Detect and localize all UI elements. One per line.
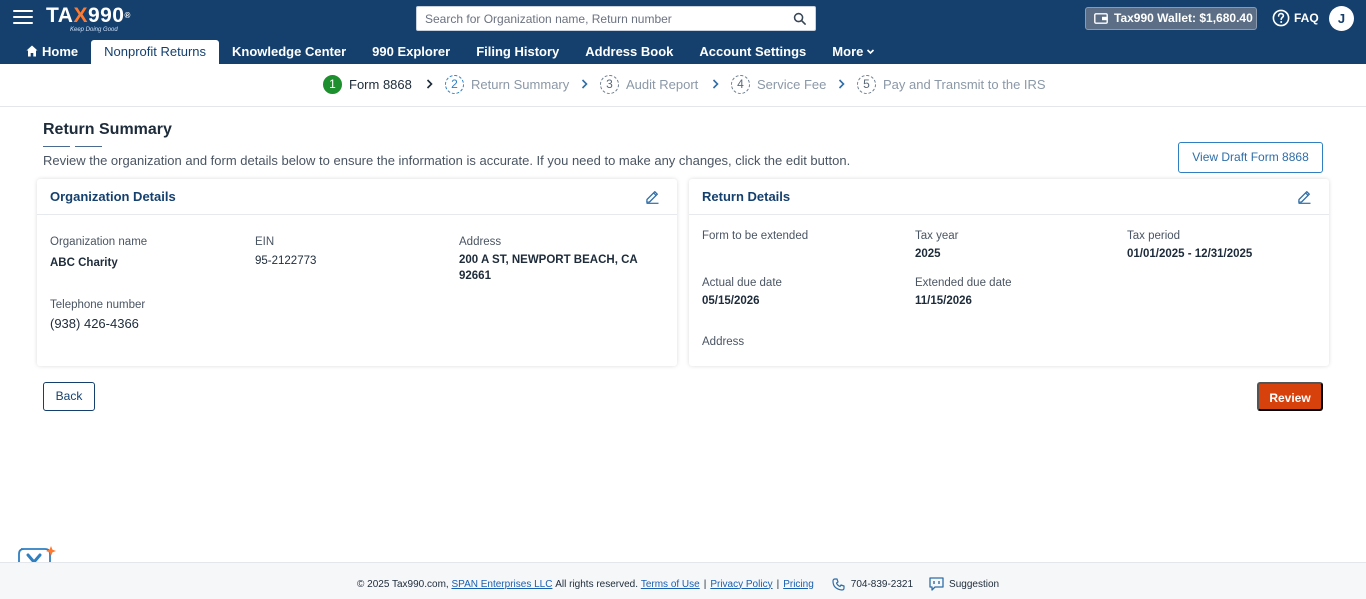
telephone-label: Telephone number bbox=[50, 299, 146, 311]
logo-text: TA bbox=[46, 4, 74, 27]
chevron-right-icon bbox=[581, 79, 588, 89]
nav-more[interactable]: More bbox=[819, 40, 888, 64]
search-input[interactable] bbox=[417, 7, 787, 30]
logo-x: X bbox=[73, 4, 88, 27]
step-label: Pay and Transmit to the IRS bbox=[883, 76, 1046, 92]
terms-of-use-link[interactable]: Terms of Use bbox=[641, 579, 700, 590]
footer-divider: | bbox=[703, 578, 707, 590]
pricing-link[interactable]: Pricing bbox=[783, 579, 814, 590]
main-nav: Home Nonprofit Returns Knowledge Center … bbox=[13, 40, 888, 64]
nav-account-settings[interactable]: Account Settings bbox=[686, 40, 819, 64]
home-icon bbox=[26, 45, 38, 57]
tax-period-value: 01/01/2025 - 12/31/2025 bbox=[1127, 248, 1253, 260]
faq-link[interactable]: FAQ bbox=[1272, 9, 1319, 27]
address-line1: 200 A ST, NEWPORT BEACH, CA bbox=[459, 254, 638, 266]
address-line2: 92661 bbox=[459, 270, 491, 282]
step-audit-report[interactable]: 3 Audit Report bbox=[600, 74, 698, 94]
nav-more-label: More bbox=[832, 44, 864, 59]
title-underline bbox=[43, 146, 103, 148]
step-label: Service Fee bbox=[757, 76, 827, 92]
logo-tagline: Keep Doing Good bbox=[70, 27, 118, 33]
top-header: TAX990® Keep Doing Good Tax990 Wallet: $… bbox=[0, 0, 1366, 64]
tax990-logo[interactable]: TAX990® Keep Doing Good bbox=[46, 4, 131, 33]
tax-year-value: 2025 bbox=[915, 248, 941, 260]
org-name-value: ABC Charity bbox=[50, 257, 118, 269]
tax-period-label: Tax period bbox=[1127, 230, 1181, 242]
return-details-card: Return Details Form to be extended Tax y… bbox=[689, 179, 1329, 366]
back-button[interactable]: Back bbox=[43, 382, 95, 411]
nav-knowledge-center[interactable]: Knowledge Center bbox=[219, 40, 359, 64]
step-number: 1 bbox=[323, 74, 342, 94]
form-extended-label: Form to be extended bbox=[702, 230, 809, 242]
avatar[interactable]: J bbox=[1329, 6, 1354, 31]
step-pay-and-transmit[interactable]: 5 Pay and Transmit to the IRS bbox=[857, 74, 1046, 94]
ein-label: EIN bbox=[255, 236, 275, 248]
support-phone[interactable]: 704-839-2321 bbox=[851, 579, 913, 590]
telephone-value: (938) 426-4366 bbox=[50, 316, 139, 331]
step-number: 5 bbox=[857, 74, 876, 94]
view-draft-form-button[interactable]: View Draft Form 8868 bbox=[1178, 142, 1323, 173]
logo-registered: ® bbox=[124, 11, 131, 20]
card-header: Return Details bbox=[689, 179, 1329, 215]
step-form-8868[interactable]: 1 Form 8868 bbox=[323, 74, 412, 94]
card-header: Organization Details bbox=[37, 179, 677, 215]
progress-stepper: 1 Form 8868 2 Return Summary 3 Audit Rep… bbox=[0, 64, 1366, 107]
footer-content: © 2025 Tax990.com, SPAN Enterprises LLC … bbox=[357, 577, 999, 591]
wallet-icon bbox=[1094, 13, 1108, 24]
footer-divider: | bbox=[776, 578, 780, 590]
page-title: Return Summary bbox=[43, 121, 172, 138]
search-icon[interactable] bbox=[793, 12, 806, 25]
org-name-label: Organization name bbox=[50, 236, 148, 248]
footer: © 2025 Tax990.com, SPAN Enterprises LLC … bbox=[0, 562, 1366, 599]
step-label: Audit Report bbox=[626, 76, 699, 92]
nav-nonprofit-returns[interactable]: Nonprofit Returns bbox=[91, 40, 220, 64]
nav-990-explorer[interactable]: 990 Explorer bbox=[359, 40, 463, 64]
organization-details-card: Organization Details Organization name A… bbox=[37, 179, 677, 366]
step-number: 3 bbox=[600, 74, 619, 94]
extended-due-date-label: Extended due date bbox=[915, 277, 1012, 289]
ein-value: 95-2122773 bbox=[255, 255, 317, 267]
step-label: Form 8868 bbox=[349, 76, 412, 92]
suggestion-link[interactable]: Suggestion bbox=[949, 579, 999, 590]
help-circle-icon bbox=[1272, 9, 1290, 27]
card-title: Organization Details bbox=[50, 189, 176, 204]
step-return-summary[interactable]: 2 Return Summary bbox=[445, 74, 569, 94]
chevron-right-icon bbox=[838, 79, 845, 89]
tax-year-label: Tax year bbox=[915, 230, 959, 242]
company-link[interactable]: SPAN Enterprises LLC bbox=[451, 579, 552, 590]
chevron-right-icon bbox=[712, 79, 719, 89]
menu-icon[interactable] bbox=[13, 10, 33, 26]
step-number: 2 bbox=[445, 74, 464, 94]
page-description: Review the organization and form details… bbox=[43, 153, 851, 168]
footer-rights: All rights reserved. bbox=[555, 578, 639, 590]
actual-due-date-label: Actual due date bbox=[702, 277, 782, 289]
chevron-down-icon bbox=[867, 49, 875, 55]
logo-number: 990 bbox=[87, 4, 125, 27]
search-box bbox=[416, 6, 816, 31]
footer-copyright: © 2025 Tax990.com, bbox=[357, 578, 449, 590]
wallet-balance: Tax990 Wallet: $1,680.40 bbox=[1114, 11, 1253, 25]
step-number: 4 bbox=[731, 74, 750, 94]
edit-pencil-icon[interactable] bbox=[1297, 189, 1312, 204]
actual-due-date-value: 05/15/2026 bbox=[702, 295, 760, 307]
nav-address-book[interactable]: Address Book bbox=[572, 40, 686, 64]
review-button[interactable]: Review bbox=[1257, 382, 1323, 411]
step-service-fee[interactable]: 4 Service Fee bbox=[731, 74, 826, 94]
nav-home[interactable]: Home bbox=[13, 40, 91, 64]
card-title: Return Details bbox=[702, 189, 791, 204]
edit-pencil-icon[interactable] bbox=[645, 189, 660, 204]
nav-home-label: Home bbox=[42, 44, 79, 59]
faq-label: FAQ bbox=[1294, 11, 1319, 25]
extended-due-date-value: 11/15/2026 bbox=[915, 295, 972, 307]
chevron-right-icon bbox=[426, 79, 433, 89]
privacy-policy-link[interactable]: Privacy Policy bbox=[710, 579, 772, 590]
phone-icon bbox=[832, 577, 845, 591]
wallet-button[interactable]: Tax990 Wallet: $1,680.40 bbox=[1085, 7, 1257, 30]
suggestion-icon bbox=[929, 577, 944, 591]
nav-filing-history[interactable]: Filing History bbox=[463, 40, 572, 64]
return-address-label: Address bbox=[702, 336, 745, 348]
step-label: Return Summary bbox=[471, 76, 570, 92]
address-label: Address bbox=[459, 236, 502, 248]
